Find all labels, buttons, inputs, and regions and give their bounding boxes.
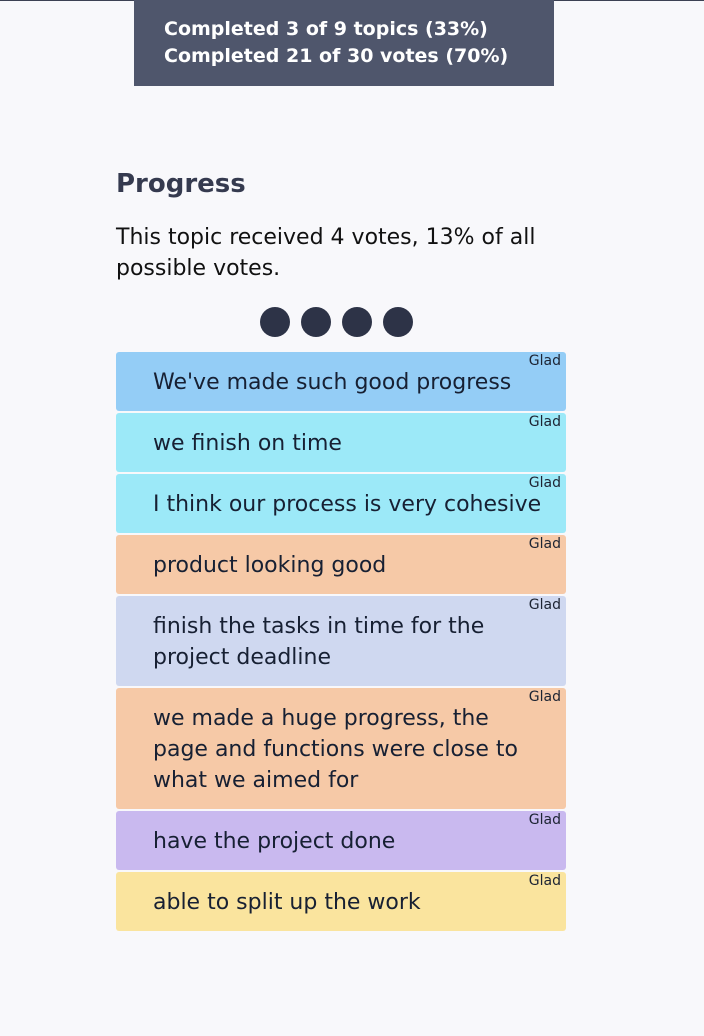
vote-dots bbox=[260, 307, 413, 337]
card-text: have the project done bbox=[153, 829, 396, 854]
card-category-tag: Glad bbox=[528, 812, 561, 828]
card-text: finish the tasks in time for the project… bbox=[153, 614, 485, 670]
topic-title: Progress bbox=[116, 169, 246, 199]
topic-card[interactable]: Glad We've made such good progress bbox=[116, 352, 566, 411]
card-category-tag: Glad bbox=[528, 873, 561, 889]
topic-card[interactable]: Glad have the project done bbox=[116, 811, 566, 870]
card-text: we finish on time bbox=[153, 431, 342, 456]
vote-dot bbox=[342, 307, 372, 337]
card-category-tag: Glad bbox=[528, 414, 561, 430]
card-category-tag: Glad bbox=[528, 597, 561, 613]
card-text: able to split up the work bbox=[153, 890, 421, 915]
topics-completion-text: Completed 3 of 9 topics (33%) bbox=[164, 18, 488, 40]
topic-card[interactable]: Glad we finish on time bbox=[116, 413, 566, 472]
card-text: I think our process is very cohesive bbox=[153, 492, 542, 517]
topic-vote-summary: This topic received 4 votes, 13% of all … bbox=[116, 225, 536, 281]
topic-card[interactable]: Glad I think our process is very cohesive bbox=[116, 474, 566, 533]
vote-dot bbox=[383, 307, 413, 337]
card-category-tag: Glad bbox=[528, 536, 561, 552]
topic-card[interactable]: Glad we made a huge progress, the page an… bbox=[116, 688, 566, 809]
topic-section: Progress This topic received 4 votes, 13… bbox=[116, 166, 566, 284]
card-text: We've made such good progress bbox=[153, 370, 512, 395]
topic-cards-list: Glad We've made such good progress Glad we … bbox=[116, 352, 566, 933]
completion-status-banner: Completed 3 of 9 topics (33%) Completed … bbox=[134, 0, 554, 86]
card-text: we made a huge progress, the page and fu… bbox=[153, 706, 519, 793]
card-text: product looking good bbox=[153, 553, 387, 578]
card-category-tag: Glad bbox=[528, 689, 561, 705]
votes-completion-text: Completed 21 of 30 votes (70%) bbox=[164, 45, 509, 67]
topic-card[interactable]: Glad able to split up the work bbox=[116, 872, 566, 931]
card-category-tag: Glad bbox=[528, 475, 561, 491]
vote-dot bbox=[260, 307, 290, 337]
topic-card[interactable]: Glad finish the tasks in time for the pro… bbox=[116, 596, 566, 686]
topic-card[interactable]: Glad product looking good bbox=[116, 535, 566, 594]
card-category-tag: Glad bbox=[528, 353, 561, 369]
vote-dot bbox=[301, 307, 331, 337]
